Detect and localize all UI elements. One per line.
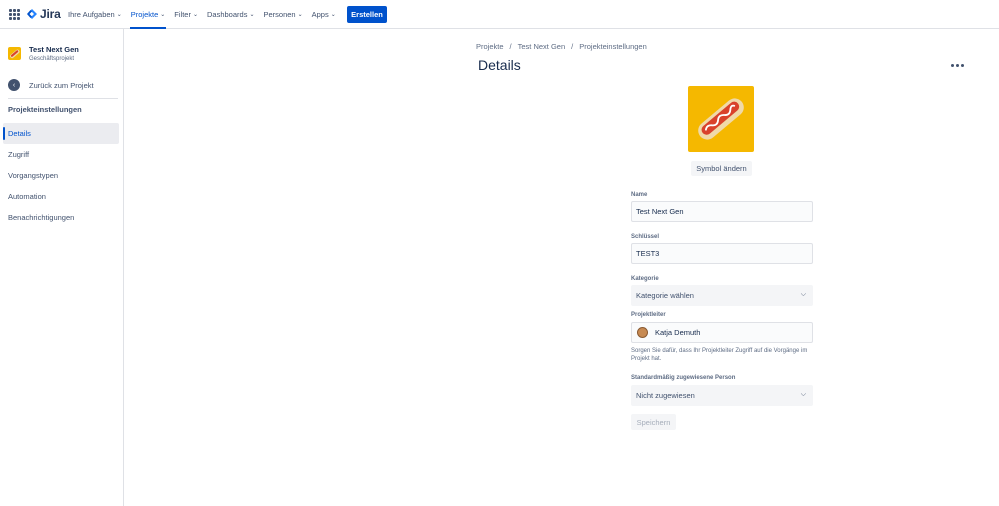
- category-select[interactable]: Kategorie wählen ⌵: [631, 285, 813, 306]
- nav-menu: Ihre Aufgaben ⌄ Projekte ⌄ Filter ⌄ Dash…: [64, 0, 341, 29]
- default-assignee-label: Standardmäßig zugewiesene Person: [631, 375, 736, 381]
- nav-item-filter[interactable]: Filter ⌄: [170, 0, 202, 29]
- nav-item-label: Filter: [174, 10, 191, 19]
- breadcrumb-projekte[interactable]: Projekte: [476, 42, 504, 51]
- sidebar-item-automation[interactable]: Automation: [3, 186, 119, 207]
- arrow-left-icon: ‹: [8, 79, 20, 91]
- sidebar-item-label: Benachrichtigungen: [8, 213, 75, 222]
- sidebar-item-benachrichtigungen[interactable]: Benachrichtigungen: [3, 207, 119, 228]
- chevron-down-icon: ⌄: [297, 12, 303, 18]
- sidebar-item-details[interactable]: Details: [3, 123, 119, 144]
- create-button[interactable]: Erstellen: [347, 6, 387, 23]
- avatar: [637, 327, 648, 338]
- project-lead-field[interactable]: Katja Demuth: [631, 322, 813, 343]
- project-avatar[interactable]: [8, 47, 21, 60]
- page-title: Details: [478, 57, 521, 73]
- project-name: Test Next Gen: [29, 45, 79, 54]
- nav-item-label: Apps: [311, 10, 329, 19]
- project-sidebar: Test Next Gen Geschäftsprojekt ‹ Zurück …: [0, 29, 124, 506]
- change-icon-button[interactable]: Symbol ändern: [691, 161, 752, 176]
- project-icon-preview: [688, 86, 754, 152]
- sidebar-menu: Details Zugriff Vorgangstypen Automation…: [3, 123, 119, 228]
- hotdog-icon: [10, 49, 20, 59]
- jira-logo[interactable]: Jira: [27, 7, 61, 21]
- default-assignee-value: Nicht zugewiesen: [636, 391, 695, 400]
- app-switcher-icon[interactable]: [9, 9, 20, 20]
- sidebar-item-label: Details: [8, 129, 31, 138]
- breadcrumb-separator: /: [571, 42, 574, 51]
- project-lead-helper: Sorgen Sie dafür, dass Ihr Projektleiter…: [631, 348, 808, 362]
- more-actions-icon[interactable]: [948, 57, 966, 73]
- sidebar-item-vorgangstypen[interactable]: Vorgangstypen: [3, 165, 119, 186]
- sidebar-divider: [8, 98, 118, 99]
- category-label: Kategorie: [631, 276, 659, 282]
- nav-item-apps[interactable]: Apps ⌄: [308, 0, 340, 29]
- breadcrumb-separator: /: [509, 42, 512, 51]
- sidebar-heading: Projekteinstellungen: [8, 105, 82, 114]
- sidebar-item-zugriff[interactable]: Zugriff: [3, 144, 119, 165]
- nav-item-label: Dashboards: [207, 10, 248, 19]
- jira-logo-icon: [27, 9, 37, 19]
- nav-item-label: Projekte: [130, 10, 159, 19]
- sidebar-item-label: Automation: [8, 192, 46, 201]
- nav-item-ihre-aufgaben[interactable]: Ihre Aufgaben ⌄: [64, 0, 126, 29]
- breadcrumb: Projekte / Test Next Gen / Projekteinste…: [476, 42, 647, 51]
- chevron-down-icon: ⌄: [160, 12, 166, 18]
- back-to-project-link[interactable]: ‹ Zurück zum Projekt: [8, 79, 94, 91]
- project-type: Geschäftsprojekt: [29, 56, 75, 62]
- name-field[interactable]: Test Next Gen: [631, 201, 813, 222]
- nav-item-label: Personen: [263, 10, 296, 19]
- name-label: Name: [631, 192, 648, 198]
- back-to-project-label: Zurück zum Projekt: [29, 80, 94, 90]
- save-button[interactable]: Speichern: [631, 414, 676, 430]
- sidebar-item-label: Zugriff: [8, 150, 30, 159]
- sidebar-item-label: Vorgangstypen: [8, 171, 59, 180]
- chevron-down-icon: ⌵: [800, 391, 806, 398]
- key-label: Schlüssel: [631, 234, 660, 240]
- project-lead-value: Katja Demuth: [655, 328, 701, 337]
- chevron-down-icon: ⌄: [249, 12, 255, 18]
- chevron-down-icon: ⌄: [330, 12, 336, 18]
- chevron-down-icon: ⌄: [116, 12, 122, 18]
- breadcrumb-settings[interactable]: Projekteinstellungen: [579, 42, 647, 51]
- chevron-down-icon: ⌵: [800, 291, 806, 298]
- nav-item-label: Ihre Aufgaben: [68, 10, 115, 19]
- key-field[interactable]: TEST3: [631, 243, 813, 264]
- category-select-value: Kategorie wählen: [636, 291, 694, 300]
- breadcrumb-project[interactable]: Test Next Gen: [518, 42, 566, 51]
- nav-item-projekte[interactable]: Projekte ⌄: [127, 0, 170, 29]
- hotdog-icon: [698, 98, 744, 140]
- project-lead-label: Projektleiter: [631, 312, 666, 318]
- top-navigation: Jira Ihre Aufgaben ⌄ Projekte ⌄ Filter ⌄…: [0, 0, 999, 29]
- chevron-down-icon: ⌄: [192, 12, 198, 18]
- default-assignee-select[interactable]: Nicht zugewiesen ⌵: [631, 385, 813, 406]
- nav-item-dashboards[interactable]: Dashboards ⌄: [203, 0, 258, 29]
- jira-logo-text: Jira: [40, 7, 61, 21]
- nav-item-personen[interactable]: Personen ⌄: [259, 0, 306, 29]
